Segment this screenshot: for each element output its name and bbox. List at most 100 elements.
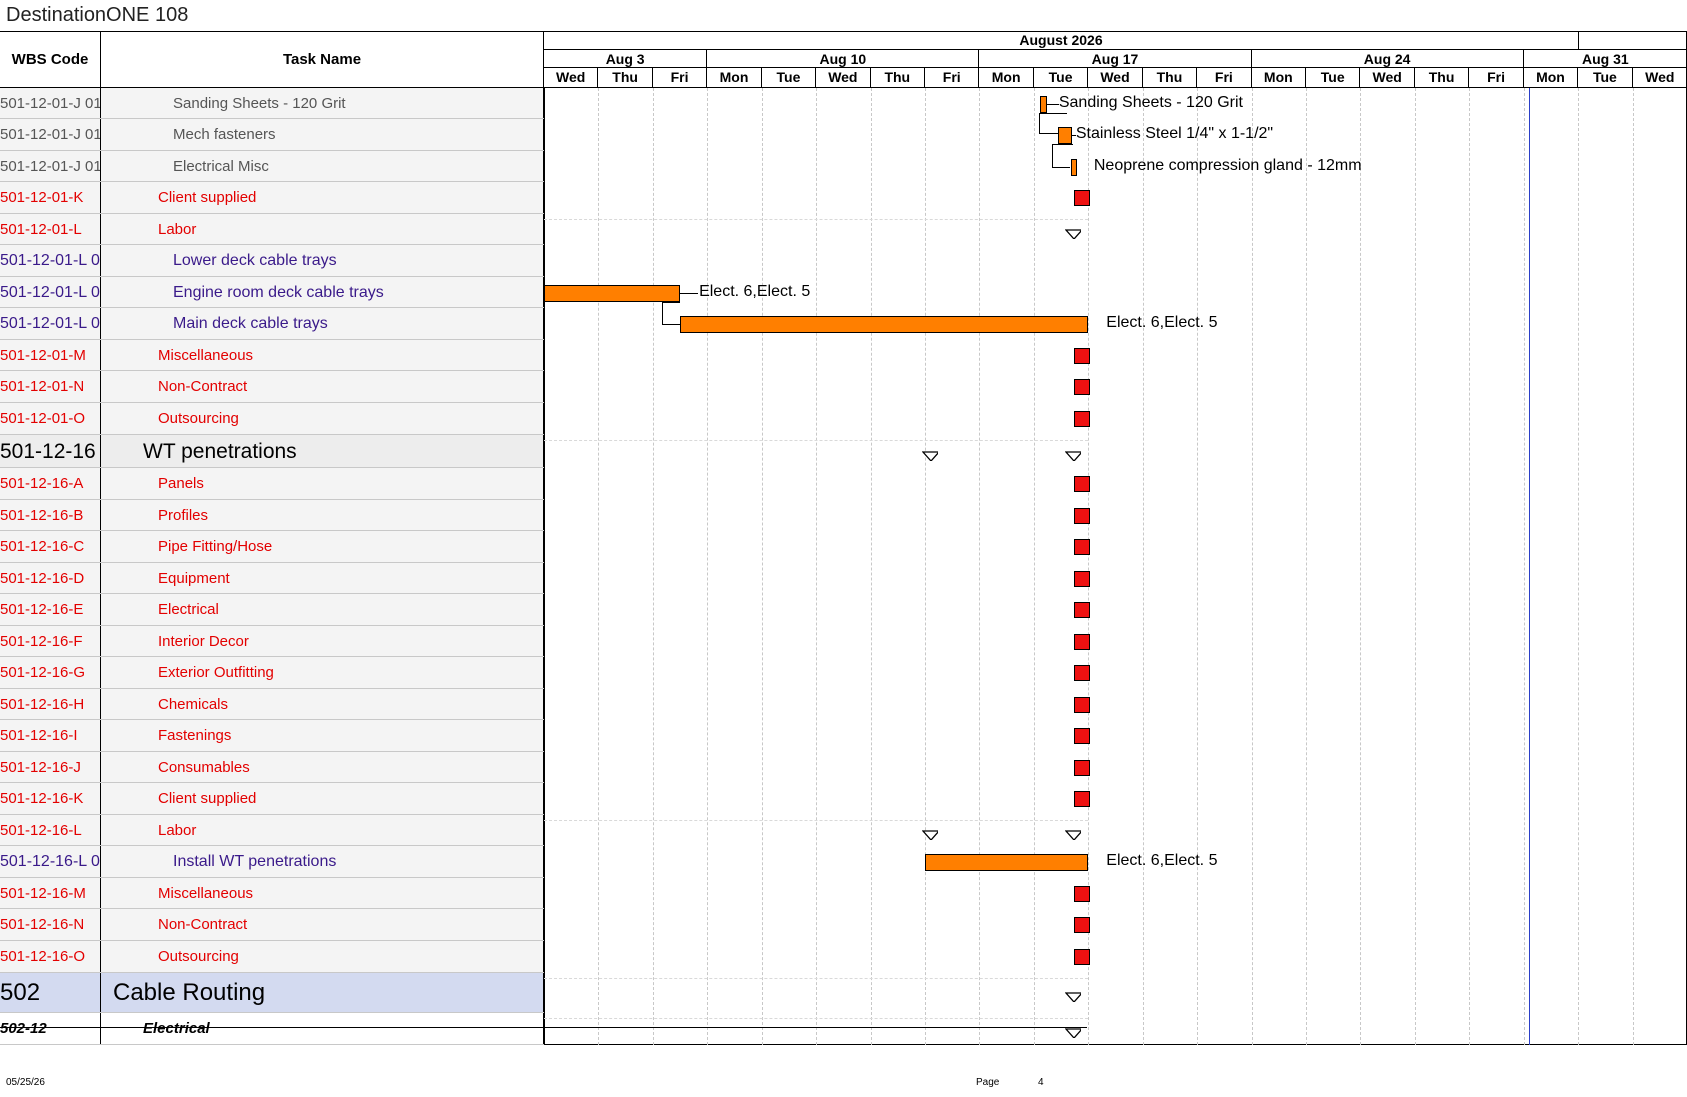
wbs-code-cell[interactable]: 501-12-01-L 0 [0,245,101,277]
task-row[interactable]: 501-12-16-B Profiles [0,500,1687,531]
wbs-code-cell[interactable]: 501-12-16-G [0,657,101,689]
task-name-cell[interactable]: Mech fasteners [101,119,544,151]
wbs-code-cell[interactable]: 501-12-01-K [0,182,101,214]
task-row[interactable]: 501-12-16-A Panels [0,468,1687,500]
task-name-cell[interactable]: Install WT penetrations [101,846,544,878]
summary-marker-icon[interactable] [1064,1028,1081,1038]
task-row[interactable]: 501-12-16-D Equipment [0,563,1687,594]
task-name-cell[interactable]: Chemicals [101,689,544,720]
task-row[interactable]: 501-12-16-F Interior Decor [0,626,1687,657]
task-name-cell[interactable]: Lower deck cable trays [101,245,544,277]
task-row[interactable]: 501-12-01-L 0 Engine room deck cable tray… [0,277,1687,308]
task-row[interactable]: 501-12-01-N Non-Contract [0,371,1687,403]
task-name-cell[interactable]: Profiles [101,500,544,531]
task-name-cell[interactable]: Panels [101,468,544,500]
task-name-cell[interactable]: Non-Contract [101,371,544,403]
task-name-cell[interactable]: Interior Decor [101,626,544,657]
task-bar[interactable] [680,316,1089,333]
wbs-code-cell[interactable]: 501-12-16-K [0,783,101,815]
task-row[interactable]: 501-12-16-E Electrical [0,594,1687,626]
wbs-code-cell[interactable]: 501-12-16-H [0,689,101,720]
task-row[interactable]: 501-12-01-L 0 Lower deck cable trays [0,245,1687,277]
task-name-cell[interactable]: Equipment [101,563,544,594]
task-name-cell[interactable]: Non-Contract [101,909,544,941]
wbs-code-cell[interactable]: 501-12-16-D [0,563,101,594]
task-row[interactable]: 501-12-01-J 01 Mech fasteners [0,119,1687,151]
wbs-code-cell[interactable]: 501-12-01-N [0,371,101,403]
task-row[interactable]: 501-12-16-M Miscellaneous [0,878,1687,909]
task-name-cell[interactable]: Fastenings [101,720,544,752]
wbs-code-cell[interactable]: 501-12-16-I [0,720,101,752]
milestone-marker[interactable] [1073,791,1090,807]
task-name-cell[interactable]: Labor [101,815,544,846]
wbs-code-cell[interactable]: 501-12-16-J [0,752,101,783]
task-name-cell[interactable]: Consumables [101,752,544,783]
milestone-marker[interactable] [1073,347,1090,364]
task-row[interactable]: 501-12-01-O Outsourcing [0,403,1687,435]
summary-marker-icon[interactable] [1064,829,1081,840]
milestone-marker[interactable] [1073,885,1090,902]
task-bar[interactable] [1057,127,1072,144]
wbs-code-cell[interactable]: 501-12-16-F [0,626,101,657]
task-row[interactable]: 501-12-16-L 0 Install WT penetrations [0,846,1687,878]
wbs-code-cell[interactable]: 502 [0,973,101,1013]
wbs-code-cell[interactable]: 501-12-16-L 0 [0,846,101,878]
task-bar[interactable] [1070,158,1077,176]
summary-marker-icon[interactable] [922,829,938,840]
task-bar[interactable] [925,854,1089,871]
task-bar[interactable] [544,284,681,302]
task-name-cell[interactable]: Cable Routing [101,973,544,1013]
milestone-marker[interactable] [1073,476,1090,492]
milestone-marker[interactable] [1073,665,1090,681]
task-name-cell[interactable]: Sanding Sheets - 120 Grit [101,88,544,119]
wbs-code-cell[interactable]: 501-12-01-J 01 [0,88,101,119]
task-row[interactable]: 501-12-01-J 01 Sanding Sheets - 120 Grit [0,88,1687,119]
task-name-cell[interactable]: Miscellaneous [101,340,544,371]
task-row[interactable]: 501-12-01-J 01 Electrical Misc [0,151,1687,182]
milestone-marker[interactable] [1073,507,1090,524]
wbs-code-cell[interactable]: 501-12-01-L 0 [0,308,101,340]
wbs-column-header[interactable]: WBS Code [0,31,101,88]
task-row[interactable]: 501-12-16-I Fastenings [0,720,1687,752]
task-name-cell[interactable]: Engine room deck cable trays [101,277,544,308]
milestone-marker[interactable] [1073,411,1090,427]
summary-marker-icon[interactable] [1064,992,1081,1002]
task-name-cell[interactable]: Labor [101,214,544,245]
wbs-code-cell[interactable]: 501-12-01-O [0,403,101,435]
wbs-code-cell[interactable]: 501-12-16-E [0,594,101,626]
milestone-marker[interactable] [1073,759,1090,776]
wbs-code-cell[interactable]: 501-12-16-A [0,468,101,500]
task-name-cell[interactable]: Exterior Outfitting [101,657,544,689]
task-name-cell[interactable]: Electrical [101,594,544,626]
task-row[interactable]: 501-12-16-O Outsourcing [0,941,1687,973]
wbs-code-cell[interactable]: 501-12-16-B [0,500,101,531]
milestone-marker[interactable] [1073,379,1090,395]
milestone-marker[interactable] [1073,539,1090,555]
task-name-cell[interactable]: Client supplied [101,783,544,815]
wbs-code-cell[interactable]: 501-12-16-O [0,941,101,973]
task-row[interactable]: 501-12-16-C Pipe Fitting/Hose [0,531,1687,563]
task-name-cell[interactable]: Outsourcing [101,403,544,435]
task-name-column-header[interactable]: Task Name [101,31,544,88]
milestone-marker[interactable] [1073,602,1090,618]
task-name-cell[interactable]: Main deck cable trays [101,308,544,340]
task-bar[interactable] [1039,95,1047,113]
task-name-cell[interactable]: Client supplied [101,182,544,214]
milestone-marker[interactable] [1073,949,1090,965]
wbs-code-cell[interactable]: 501-12-16 [0,435,101,468]
task-name-cell[interactable]: Pipe Fitting/Hose [101,531,544,563]
task-row[interactable]: 501-12-16-K Client supplied [0,783,1687,815]
task-name-cell[interactable]: Miscellaneous [101,878,544,909]
task-row[interactable]: 501-12-16-G Exterior Outfitting [0,657,1687,689]
wbs-code-cell[interactable]: 501-12-01-M [0,340,101,371]
milestone-marker[interactable] [1073,633,1090,650]
wbs-code-cell[interactable]: 501-12-01-J 01 [0,119,101,151]
task-name-cell[interactable]: WT penetrations [101,435,544,468]
wbs-code-cell[interactable]: 501-12-01-J 01 [0,151,101,182]
task-row[interactable]: 501-12-01-K Client supplied [0,182,1687,214]
wbs-code-cell[interactable]: 501-12-16-M [0,878,101,909]
task-name-cell[interactable]: Outsourcing [101,941,544,973]
wbs-code-cell[interactable]: 501-12-01-L 0 [0,277,101,308]
task-row[interactable]: 502 Cable Routing [0,973,1687,1013]
summary-marker-icon[interactable] [1064,228,1081,239]
